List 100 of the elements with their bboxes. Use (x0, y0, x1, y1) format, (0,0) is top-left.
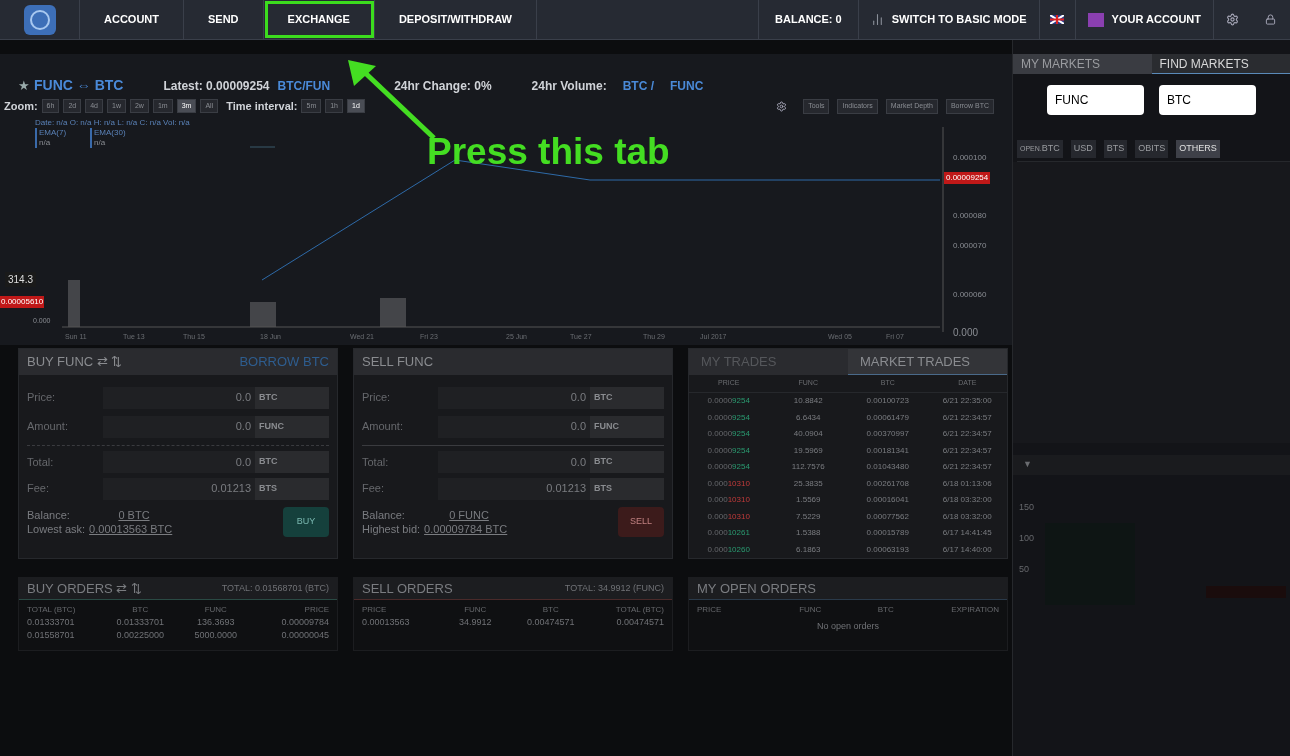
table-cell-text: 0.00009784 (280, 616, 329, 629)
market-search-field[interactable]: BTC (1159, 85, 1256, 115)
volume-marker-label: 314.3 (5, 272, 37, 287)
panel-title: BUY FUNC ⇄ ⇅ (27, 353, 123, 372)
trades-tab[interactable]: MARKET TRADES (848, 349, 1007, 375)
amount-field[interactable]: 0.0 (438, 415, 590, 438)
nav-tab[interactable]: EXCHANGE (263, 0, 375, 39)
field-label: Fee: (27, 481, 50, 497)
market-filter-tab[interactable]: OTHERS (1176, 140, 1220, 158)
unit-label: FUNC (590, 415, 664, 438)
unit-label: FUNC (255, 415, 329, 438)
sidebar-tab[interactable]: MY MARKETS (1013, 54, 1152, 74)
table-cell-text: 10.8842 (792, 395, 824, 408)
bar-chart-icon (870, 13, 884, 26)
column-header: FUNC (798, 604, 823, 616)
column-header: PRICE (303, 604, 329, 616)
table-cell-text: 7.5229 (795, 510, 822, 523)
sidebar-tab[interactable]: FIND MARKETS (1151, 54, 1290, 74)
column-header: TOTAL (BTC) (27, 604, 77, 616)
best-price-value: 0.00013563 BTC (89, 522, 173, 536)
table-cell-text: 0.00474571 (615, 616, 664, 629)
amount-field[interactable]: 0.0 (438, 386, 590, 409)
table-cell-text: 6/17 14:40:00 (941, 543, 993, 556)
switch-mode-button[interactable]: SWITCH TO BASIC MODE (858, 0, 1040, 39)
field-label: Fee: (362, 481, 385, 497)
market-filter-tab[interactable]: OBITS (1135, 140, 1169, 158)
nav-tab[interactable]: ACCOUNT (80, 0, 184, 39)
app-logo-icon[interactable] (23, 4, 56, 35)
zoom-label: Zoom: (4, 98, 38, 114)
volume-label: 24hr Volume: (531, 77, 607, 95)
best-price-value: 0.00009784 BTC (424, 522, 508, 536)
collapse-toggle[interactable]: ▼ (1023, 458, 1032, 472)
column-header: FUNC (463, 604, 488, 616)
sell-button[interactable]: SELL (618, 507, 664, 537)
unit-label: BTC (590, 451, 664, 473)
buy-button[interactable]: BUY (283, 507, 329, 537)
interval-label: Time interval: (226, 98, 298, 114)
balance-label: Balance: (27, 508, 71, 522)
chart-legend: Date: n/a O: n/a H: n/a L: n/a C: n/a Vol: n/a (35, 117, 190, 129)
amount-field[interactable]: 0.0 (103, 415, 255, 438)
price-axis-label: 0.000100 (953, 152, 987, 164)
table-cell-text: 6/21 22:34:57 (941, 444, 993, 457)
ema-name: EMA(30) (94, 128, 126, 138)
account-button[interactable]: YOUR ACCOUNT (1075, 0, 1214, 39)
amount-field[interactable]: 0.0 (103, 386, 255, 409)
field-label: Amount: (362, 419, 404, 435)
table-cell-text: 0.00063193 (865, 543, 910, 556)
price-axis-label: 0.000 (953, 326, 979, 340)
panel-title: SELL FUNC (362, 353, 434, 372)
field-label: Amount: (27, 419, 69, 435)
table-cell-text: 5000.0000 (193, 629, 238, 642)
star-button[interactable]: ★ (18, 75, 30, 96)
table-cell-text: 0.01333701 (115, 616, 166, 629)
table-cell-text: 34.9912 (457, 616, 493, 629)
market-filter-tab[interactable]: USD (1070, 140, 1096, 158)
amount-field[interactable]: 0.01213 (438, 477, 590, 500)
trade-price: 0.00010310 (706, 477, 751, 490)
price-marker-label: 0.00009254 (944, 172, 991, 184)
table-cell-text: 112.7576 (790, 461, 826, 474)
table-cell-text: 0.00100723 (865, 395, 910, 408)
amount-field[interactable]: 0.01213 (103, 477, 255, 500)
amount-field[interactable]: 0.0 (438, 451, 590, 473)
nav-tab[interactable]: DEPOSIT/WITHDRAW (374, 0, 537, 39)
table-cell-text: 6/21 22:34:57 (941, 428, 993, 441)
amount-field[interactable]: 0.0 (103, 451, 255, 473)
column-header: EXPIRATION (950, 604, 999, 616)
depth-axis-label: 150 (1019, 501, 1035, 514)
balance-value: 0 FUNC (448, 508, 490, 522)
ema-value: n/a (94, 138, 107, 148)
volume-unit: FUNC (670, 77, 704, 95)
market-search-field[interactable]: FUNC (1047, 85, 1144, 115)
table-cell-text: 0.00000045 (280, 629, 329, 642)
unit-label: BTC (255, 386, 329, 409)
trade-price: 0.00009254 (706, 428, 751, 441)
depth-axis-label: 50 (1019, 563, 1029, 576)
balance-value: 0 BTC (117, 508, 151, 522)
nav-tab[interactable]: SEND (184, 0, 264, 39)
column-header: FUNC (203, 604, 228, 616)
table-cell-text: 6.1863 (795, 543, 822, 556)
volume-bar (250, 302, 276, 327)
column-header: PRICE (362, 604, 388, 616)
trade-price: 0.00009254 (706, 444, 751, 457)
table-cell-text: 25.3835 (792, 477, 824, 490)
table-cell-text: 0.01333701 (27, 616, 76, 629)
unit-label: BTC (590, 386, 664, 409)
best-price-label: Highest bid: (362, 522, 421, 536)
price-unit: BTC/FUN (277, 77, 331, 95)
trade-price: 0.00010261 (706, 527, 751, 540)
column-header: BTC (876, 604, 895, 616)
field-label: Total: (362, 454, 390, 470)
orders-total: TOTAL: 0.01568701 (BTC) (221, 581, 329, 595)
balance-label: Balance: (362, 508, 406, 522)
volume-bar (380, 298, 406, 327)
table-cell-text: 0.00013563 (362, 616, 411, 629)
latest-price: Latest: 0.00009254 (163, 77, 270, 95)
price-axis-label: 0.000080 (953, 210, 987, 222)
volume-price-marker: 0.00005610 (0, 296, 45, 308)
table-cell-text: 136.3693 (195, 616, 236, 629)
field-label: Price: (27, 390, 57, 406)
market-filter-tab[interactable]: BTS (1103, 140, 1128, 158)
